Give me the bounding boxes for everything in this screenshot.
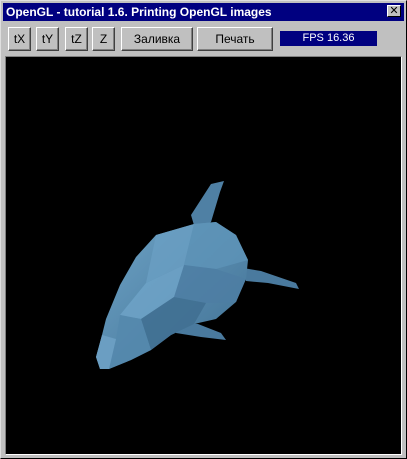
print-button[interactable]: Печать	[197, 27, 273, 51]
fps-counter: FPS 16.36	[280, 31, 377, 46]
opengl-viewport[interactable]	[5, 56, 402, 455]
body-facet	[184, 222, 248, 269]
close-button[interactable]: ✕	[387, 5, 401, 17]
dolphin-model	[96, 181, 299, 369]
rotate-x-button[interactable]: tX	[8, 27, 31, 51]
close-icon: ✕	[389, 4, 399, 17]
title-bar[interactable]: OpenGL - tutorial 1.6. Printing OpenGL i…	[3, 3, 404, 21]
z-button[interactable]: Z	[92, 27, 115, 51]
rotate-z-button[interactable]: tZ	[65, 27, 88, 51]
window-title: OpenGL - tutorial 1.6. Printing OpenGL i…	[6, 5, 272, 19]
application-window: OpenGL - tutorial 1.6. Printing OpenGL i…	[0, 0, 407, 459]
rotate-y-button[interactable]: tY	[36, 27, 59, 51]
pectoral-fin-right	[243, 268, 299, 289]
toolbar: tX tY tZ Z Заливка Печать FPS 16.36	[3, 23, 404, 55]
fill-button[interactable]: Заливка	[121, 27, 193, 51]
